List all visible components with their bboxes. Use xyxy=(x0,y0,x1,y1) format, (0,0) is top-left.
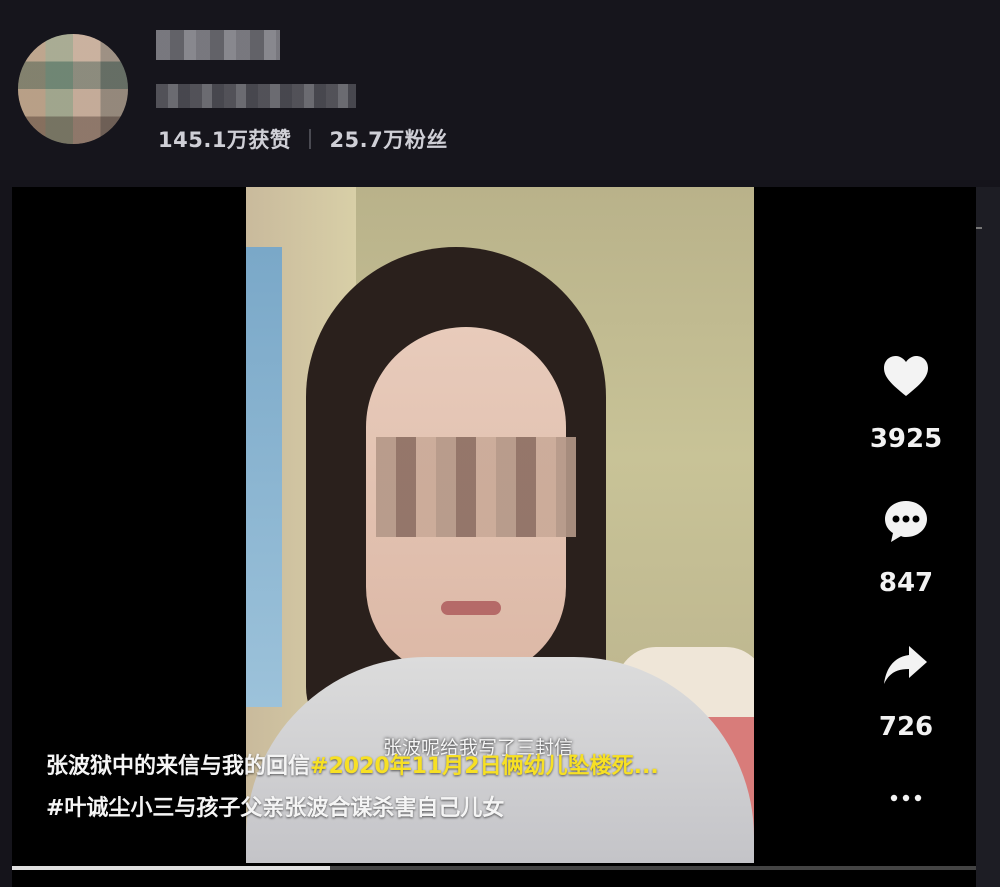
video-person-mouth xyxy=(441,601,501,615)
caption-line-1: 张波狱中的来信与我的回信#2020年11月2日俩幼儿坠楼死... xyxy=(46,746,866,788)
hashtag-link-1[interactable]: #2020年11月2日俩幼儿坠楼死... xyxy=(310,754,659,779)
comment-count: 847 xyxy=(878,568,934,598)
scroll-tick xyxy=(976,227,982,229)
profile-stats: 145.1万获赞 25.7万粉丝 xyxy=(158,124,448,154)
share-icon[interactable] xyxy=(881,640,931,690)
heart-icon[interactable] xyxy=(881,352,931,402)
video-progress-fill xyxy=(12,866,331,870)
share-count: 726 xyxy=(878,712,934,742)
profile-header: 145.1万获赞 25.7万粉丝 xyxy=(0,0,1000,180)
caption-text: 张波狱中的来信与我的回信 xyxy=(46,754,311,779)
action-bar: 3925 847 726 xyxy=(858,352,954,784)
stats-divider xyxy=(309,129,312,149)
avatar[interactable] xyxy=(18,34,128,144)
comment-icon[interactable] xyxy=(881,496,931,546)
face-mosaic xyxy=(376,437,576,537)
more-icon[interactable] xyxy=(886,786,926,810)
blurred-user-id xyxy=(156,84,356,108)
video-caption: 张波狱中的来信与我的回信#2020年11月2日俩幼儿坠楼死... #叶诚尘小三与… xyxy=(46,746,866,830)
video-window xyxy=(246,247,282,707)
video-progress-bar[interactable] xyxy=(12,866,976,870)
hashtag-link-2[interactable]: #叶诚尘小三与孩子父亲张波合谋杀害自己儿女 xyxy=(46,796,504,821)
like-action[interactable]: 3925 xyxy=(858,352,954,496)
like-count: 3925 xyxy=(869,424,943,454)
caption-line-2: #叶诚尘小三与孩子父亲张波合谋杀害自己儿女 xyxy=(46,788,866,830)
fans-total: 25.7万粉丝 xyxy=(329,128,448,152)
likes-total: 145.1万获赞 xyxy=(158,128,292,152)
blurred-username xyxy=(156,30,280,60)
scroll-strip[interactable] xyxy=(976,187,1000,887)
share-action[interactable]: 726 xyxy=(858,640,954,784)
comment-action[interactable]: 847 xyxy=(858,496,954,640)
